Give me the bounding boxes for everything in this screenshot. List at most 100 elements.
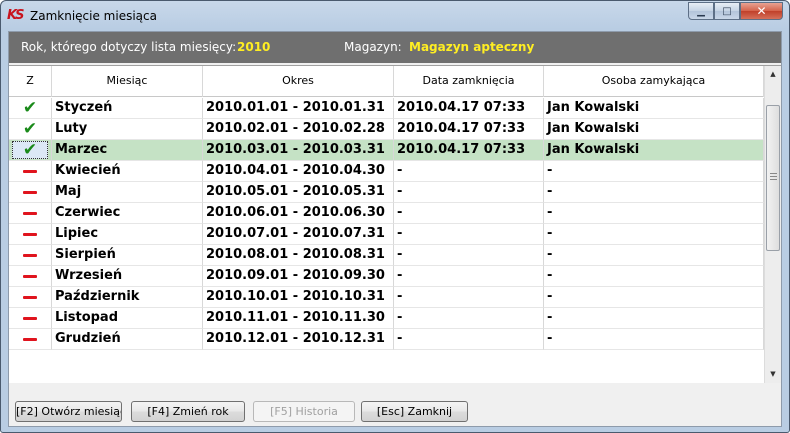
table-row[interactable]: Październik 2010.10.01 - 2010.10.31- -	[9, 287, 764, 308]
table-row[interactable]: Listopad 2010.11.01 - 2010.11.30- -	[9, 308, 764, 329]
period-cell: 2010.09.01 - 2010.09.30	[203, 266, 394, 287]
dash-icon	[23, 337, 37, 341]
person-cell: -	[544, 329, 764, 350]
month-cell: Maj	[52, 182, 203, 203]
status-indicator	[12, 183, 48, 201]
table-row[interactable]: Grudzień 2010.12.01 - 2010.12.31- -	[9, 329, 764, 350]
status-cell[interactable]	[9, 266, 52, 287]
status-cell[interactable]	[9, 224, 52, 245]
status-indicator	[12, 162, 48, 180]
month-cell: Październik	[52, 287, 203, 308]
month-cell: Lipiec	[52, 224, 203, 245]
person-cell: -	[544, 203, 764, 224]
close-date-cell: -	[394, 182, 544, 203]
open-month-button[interactable]: [F2] Otwórz miesiąc	[15, 401, 122, 422]
month-cell: Styczeń	[52, 98, 203, 119]
period-cell: 2010.11.01 - 2010.11.30	[203, 308, 394, 329]
table-row[interactable]: ✔ Styczeń 2010.01.01 - 2010.01.31 2010.04.1…	[9, 98, 764, 119]
status-cell[interactable]: ✔	[9, 119, 52, 140]
close-date-cell: -	[394, 161, 544, 182]
person-cell: -	[544, 287, 764, 308]
month-cell: Czerwiec	[52, 203, 203, 224]
dash-icon	[23, 253, 37, 257]
app-logo-icon: KS	[7, 8, 24, 23]
table-header: Z Miesiąc Okres Data zamknięcia Osoba za…	[9, 66, 764, 97]
history-button[interactable]: [F5] Historia	[253, 401, 355, 422]
status-cell[interactable]	[9, 287, 52, 308]
change-year-button[interactable]: [F4] Zmień rok	[131, 401, 245, 422]
close-button[interactable]: [Esc] Zamknij	[361, 401, 468, 422]
status-indicator	[12, 309, 48, 327]
caption-buttons: ▁ □ ✕	[688, 2, 783, 21]
grip-icon	[770, 173, 777, 180]
column-header-close-date[interactable]: Data zamknięcia	[394, 66, 544, 97]
person-cell: -	[544, 266, 764, 287]
month-cell: Listopad	[52, 308, 203, 329]
table-row[interactable]: ✔ Marzec 2010.03.01 - 2010.03.31 2010.04.17…	[9, 140, 764, 161]
table-row[interactable]: Lipiec 2010.07.01 - 2010.07.31- -	[9, 224, 764, 245]
close-date-cell: -	[394, 245, 544, 266]
status-cell[interactable]	[9, 161, 52, 182]
column-header-person[interactable]: Osoba zamykająca	[544, 66, 764, 97]
person-cell: Jan Kowalski	[544, 98, 764, 119]
year-label: Rok, którego dotyczy lista miesięcy:	[21, 40, 237, 54]
maximize-button[interactable]: □	[714, 2, 740, 20]
minimize-button[interactable]: ▁	[688, 2, 714, 20]
dash-icon	[23, 211, 37, 215]
table-row[interactable]: Kwiecień 2010.04.01 - 2010.04.30- -	[9, 161, 764, 182]
person-cell: -	[544, 308, 764, 329]
status-indicator: ✔	[12, 99, 48, 117]
scroll-up-arrow-icon[interactable]: ▲	[765, 66, 781, 83]
maximize-icon: □	[722, 5, 732, 17]
table-row[interactable]: Sierpień 2010.08.01 - 2010.08.31- -	[9, 245, 764, 266]
scroll-thumb[interactable]	[766, 105, 780, 251]
month-cell: Wrzesień	[52, 266, 203, 287]
status-cell[interactable]	[9, 203, 52, 224]
button-bar: [F2] Otwórz miesiąc [F4] Zmień rok [F5] …	[9, 393, 781, 426]
close-date-cell: -	[394, 308, 544, 329]
warehouse-label: Magazyn:	[344, 40, 402, 54]
close-date-cell: -	[394, 203, 544, 224]
dash-icon	[23, 274, 37, 278]
status-indicator	[12, 204, 48, 222]
months-table[interactable]: Z Miesiąc Okres Data zamknięcia Osoba za…	[9, 65, 781, 383]
column-header-status[interactable]: Z	[9, 66, 52, 97]
status-cell[interactable]	[9, 329, 52, 350]
status-cell[interactable]	[9, 245, 52, 266]
month-cell: Sierpień	[52, 245, 203, 266]
status-indicator	[12, 246, 48, 264]
table-row[interactable]: ✔ Luty 2010.02.01 - 2010.02.28 2010.04.17 0…	[9, 119, 764, 140]
month-cell: Grudzień	[52, 329, 203, 350]
period-cell: 2010.08.01 - 2010.08.31	[203, 245, 394, 266]
month-cell: Marzec	[52, 140, 203, 161]
status-cell[interactable]	[9, 182, 52, 203]
close-date-cell: 2010.04.17 07:33	[394, 140, 544, 161]
period-cell: 2010.03.01 - 2010.03.31	[203, 140, 394, 161]
person-cell: Jan Kowalski	[544, 119, 764, 140]
period-cell: 2010.02.01 - 2010.02.28	[203, 119, 394, 140]
dash-icon	[23, 169, 37, 173]
status-cell[interactable]	[9, 308, 52, 329]
month-cell: Kwiecień	[52, 161, 203, 182]
close-date-cell: -	[394, 224, 544, 245]
table-row[interactable]: Czerwiec 2010.06.01 - 2010.06.30- -	[9, 203, 764, 224]
minimize-icon: ▁	[697, 5, 705, 17]
person-cell: Jan Kowalski	[544, 140, 764, 161]
vertical-scrollbar[interactable]: ▲ ▼	[764, 66, 781, 383]
close-date-cell: -	[394, 266, 544, 287]
close-window-button[interactable]: ✕	[740, 2, 783, 20]
status-cell[interactable]: ✔	[9, 98, 52, 119]
column-header-period[interactable]: Okres	[203, 66, 394, 97]
period-cell: 2010.06.01 - 2010.06.30	[203, 203, 394, 224]
period-cell: 2010.05.01 - 2010.05.31	[203, 182, 394, 203]
column-header-month[interactable]: Miesiąc	[52, 66, 203, 97]
person-cell: -	[544, 161, 764, 182]
person-cell: -	[544, 224, 764, 245]
table-row[interactable]: Wrzesień 2010.09.01 - 2010.09.30- -	[9, 266, 764, 287]
title-bar[interactable]: KS Zamknięcie miesiąca ▁ □ ✕	[1, 1, 789, 31]
status-cell[interactable]: ✔	[9, 140, 52, 161]
scroll-down-arrow-icon[interactable]: ▼	[765, 366, 781, 383]
warehouse-value: Magazyn apteczny	[409, 40, 535, 54]
table-row[interactable]: Maj 2010.05.01 - 2010.05.31- -	[9, 182, 764, 203]
status-indicator: ✔	[12, 120, 48, 138]
